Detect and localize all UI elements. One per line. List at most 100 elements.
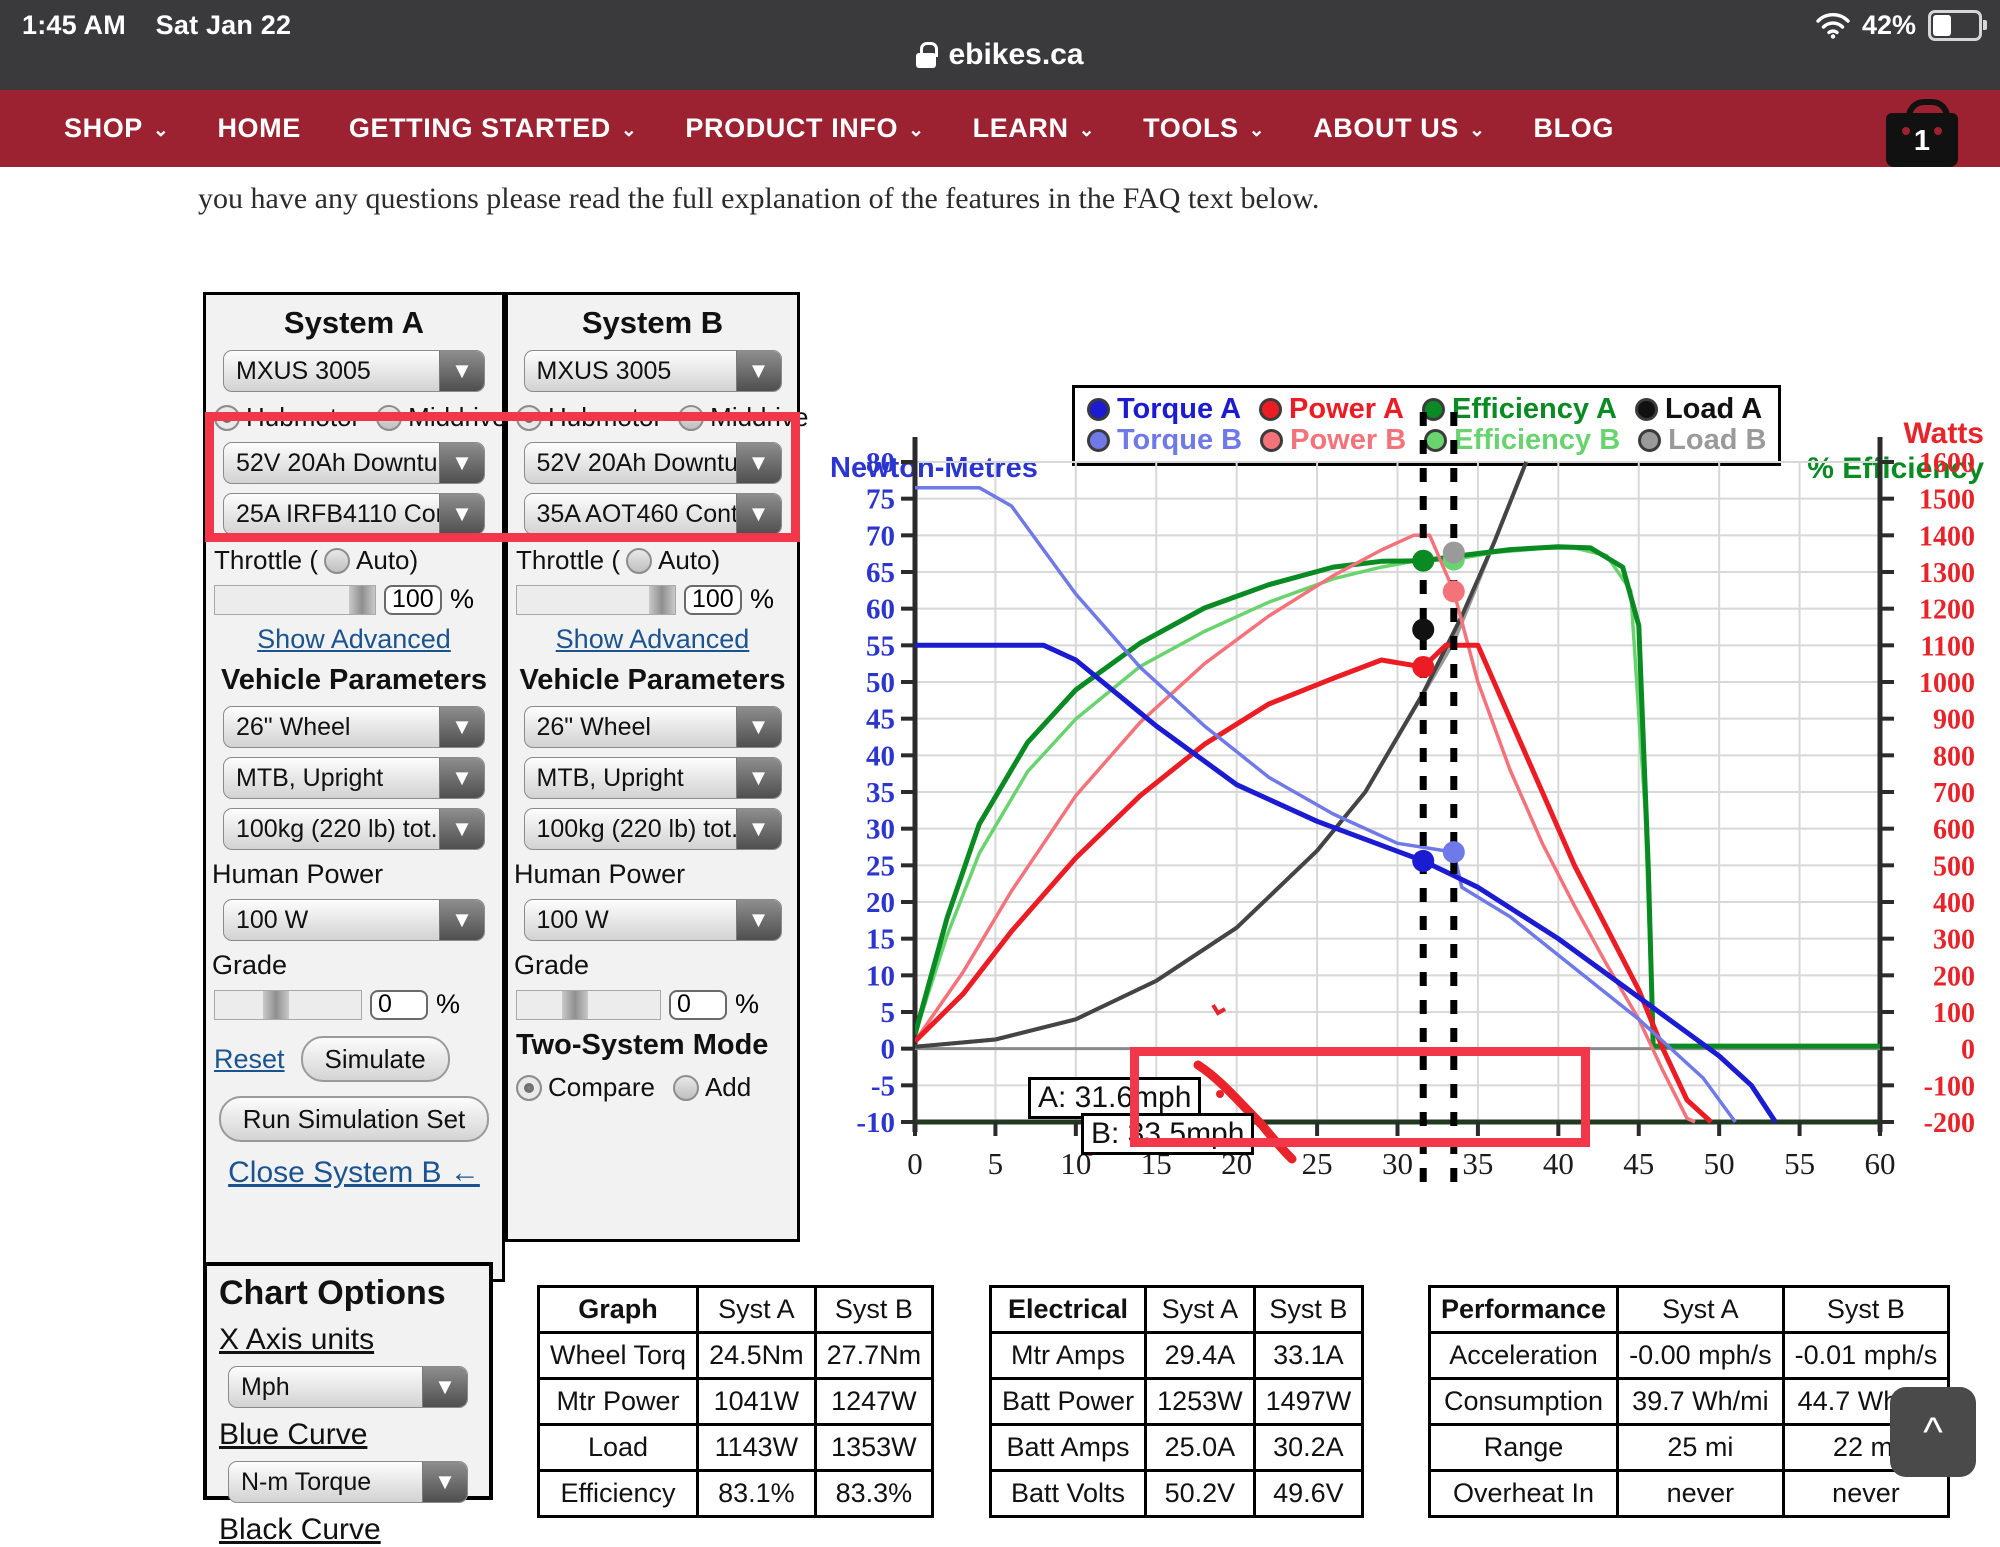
table-row: Mtr Power 1041W 1247W [539,1379,933,1425]
electrical-row-b-2: 30.2A [1254,1425,1363,1471]
system-a-throttle-slider-row: 100 % [206,584,502,615]
radio-middrive-a[interactable] [376,405,402,431]
system-b-motor-value: MXUS 3005 [525,357,672,386]
system-a-style-select[interactable]: MTB, Upright ▼ [223,757,485,799]
svg-text:400: 400 [1933,888,1975,919]
svg-text:25: 25 [866,850,895,882]
system-a-panel: System A MXUS 3005 ▼ Hubmotor Middrive 5… [203,292,505,1282]
system-a-title: System A [206,305,502,341]
nav-item-tools[interactable]: TOOLS ⌄ [1119,90,1289,167]
blue-curve-value: N-m Torque [229,1468,371,1497]
svg-text:-5: -5 [871,1070,895,1102]
reset-link[interactable]: Reset [214,1044,285,1075]
svg-text:0: 0 [907,1146,923,1181]
system-b-weight-select[interactable]: 100kg (220 lb) tot. w ▼ [524,808,782,850]
system-b-grade-slider[interactable] [516,990,661,1020]
system-a-human-power-select[interactable]: 100 W ▼ [223,899,485,941]
system-b-grade-input[interactable]: 0 [669,990,727,1020]
svg-text:5: 5 [881,997,896,1029]
scroll-to-top-button[interactable]: ^ [1890,1387,1976,1477]
chevron-down-icon: ▼ [439,351,484,391]
chevron-down-icon: ▼ [736,494,781,534]
system-b-throttle-input[interactable]: 100 [684,585,742,615]
svg-text:1500: 1500 [1919,485,1975,516]
system-a-style-value: MTB, Upright [224,764,383,793]
radio-middrive-b[interactable] [678,405,704,431]
svg-text:-200: -200 [1924,1108,1975,1139]
system-a-throttle-slider[interactable] [214,585,376,615]
simulate-button[interactable]: Simulate [301,1036,450,1082]
nav-items: SHOP ⌄ HOME GETTING STARTED ⌄ PRODUCT IN… [40,90,1638,167]
performance-row-a-0: -0.00 mph/s [1618,1333,1784,1379]
blue-curve-select[interactable]: N-m Torque ▼ [228,1461,468,1503]
system-b-wheel-value: 26" Wheel [525,713,652,742]
radio-throttle-auto-a[interactable] [324,548,350,574]
svg-text:30: 30 [866,814,895,846]
electrical-row-a-3: 50.2V [1146,1471,1255,1517]
system-b-wheel-select[interactable]: 26" Wheel ▼ [524,706,782,748]
radio-add[interactable] [673,1075,699,1101]
browser-url-bar[interactable]: ebikes.ca [0,20,2000,90]
x-axis-units-select[interactable]: Mph ▼ [228,1366,468,1408]
svg-text:200: 200 [1933,961,1975,992]
system-a-battery-value: 52V 20Ah Downtube [224,449,465,478]
system-a-motor-type: Hubmotor Middrive [206,402,502,433]
system-a-motor-select[interactable]: MXUS 3005 ▼ [223,350,485,392]
nav-item-product-info[interactable]: PRODUCT INFO ⌄ [661,90,948,167]
system-a-battery-select[interactable]: 52V 20Ah Downtube ▼ [223,442,485,484]
system-b-motor-select[interactable]: MXUS 3005 ▼ [524,350,782,392]
system-a-weight-select[interactable]: 100kg (220 lb) tot. w ▼ [223,808,485,850]
system-a-grade-input[interactable]: 0 [370,990,428,1020]
shopping-bag-icon[interactable]: 1 [1886,99,1958,167]
graph-row-a-1: 1041W [698,1379,816,1425]
chevron-down-icon: ▼ [439,758,484,798]
electrical-row-a-2: 25.0A [1146,1425,1255,1471]
svg-text:15: 15 [866,924,895,956]
chevron-down-icon: ⌄ [908,121,925,140]
nav-item-blog[interactable]: BLOG [1510,90,1638,167]
radio-hubmotor-a[interactable] [214,405,240,431]
system-b-controller-select[interactable]: 35A AOT460 Contro ▼ [524,493,782,535]
system-a-grade-slider[interactable] [214,990,362,1020]
svg-text:50: 50 [866,667,895,699]
svg-text:55: 55 [866,630,895,662]
system-a-human-power-label: Human Power [206,859,502,890]
svg-text:20: 20 [866,887,895,919]
radio-throttle-auto-b[interactable] [626,548,652,574]
close-system-b-link[interactable]: Close System B ← [206,1156,502,1190]
chevron-down-icon: ▼ [736,809,781,849]
system-a-controller-select[interactable]: 25A IRFB4110 Contr ▼ [223,493,485,535]
system-b-battery-select[interactable]: 52V 20Ah Downtube ▼ [524,442,782,484]
system-b-show-advanced-link[interactable]: Show Advanced [508,624,797,655]
svg-text:0: 0 [1961,1035,1975,1066]
system-b-style-select[interactable]: MTB, Upright ▼ [524,757,782,799]
nav-item-shop[interactable]: SHOP ⌄ [40,90,193,167]
label-compare: Compare [548,1072,655,1103]
system-b-throttle-slider[interactable] [516,585,676,615]
simulation-chart: Newton-Metres Watts % Efficiency Torque … [800,267,1990,1277]
nav-item-home[interactable]: HOME [193,90,324,167]
system-b-human-power-select[interactable]: 100 W ▼ [524,899,782,941]
system-b-throttle-label: Throttle ( [516,545,620,576]
graph-row-b-3: 83.3% [815,1471,933,1517]
chevron-down-icon: ▼ [439,809,484,849]
system-a-throttle-input[interactable]: 100 [384,585,442,615]
radio-hubmotor-b[interactable] [516,405,542,431]
graph-row-label-3: Efficiency [539,1471,698,1517]
radio-compare[interactable] [516,1075,542,1101]
graph-table-header-1: Syst A [698,1287,816,1333]
system-a-show-advanced-link[interactable]: Show Advanced [206,624,502,655]
nav-item-learn[interactable]: LEARN ⌄ [949,90,1120,167]
svg-text:500: 500 [1933,851,1975,882]
graph-table-header-0: Graph [539,1287,698,1333]
system-b-weight-value: 100kg (220 lb) tot. w [525,815,764,844]
chart-plot-area[interactable]: -10-505101520253035404550556065707580160… [800,267,1990,1277]
nav-item-about-us[interactable]: ABOUT US ⌄ [1289,90,1509,167]
svg-text:35: 35 [1462,1146,1493,1181]
graph-row-a-2: 1143W [698,1425,816,1471]
system-a-grade-label: Grade [206,950,502,981]
system-a-wheel-select[interactable]: 26" Wheel ▼ [223,706,485,748]
run-simulation-set-button[interactable]: Run Simulation Set [219,1096,490,1142]
nav-item-getting-started[interactable]: GETTING STARTED ⌄ [325,90,662,167]
performance-table: Performance Syst A Syst B Acceleration -… [1428,1285,1950,1518]
